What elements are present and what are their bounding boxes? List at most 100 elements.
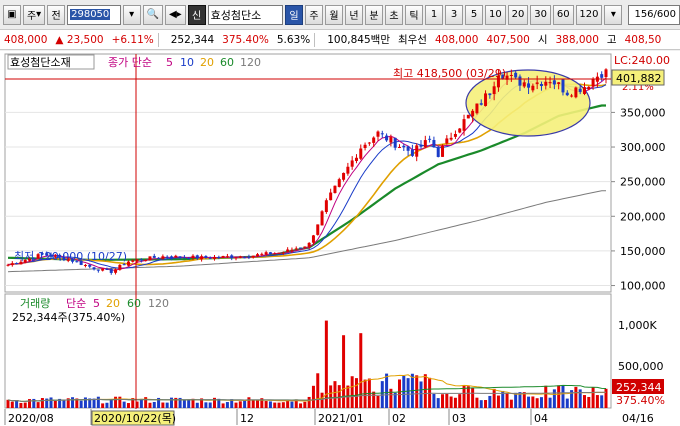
volume-bar [449,396,453,408]
volume-bar [256,399,260,408]
candle-body [247,256,251,258]
legend-ma20: 20 [200,56,214,69]
period-button-month[interactable]: 월 [325,4,343,25]
period-button-second[interactable]: 초 [385,4,403,25]
period-button-week[interactable]: 주 [305,4,323,25]
candle-body [492,86,496,95]
volume-bar [329,385,333,408]
volume-bar [204,402,208,408]
num-button-5[interactable]: 5 [465,4,483,25]
volume-bar [453,397,457,408]
candle-body [587,86,591,90]
prev-button[interactable]: 전 [47,4,66,25]
chart-menu-icon[interactable]: ▣ [3,4,21,25]
candle-body [548,82,552,84]
start-label: 시 [537,34,548,46]
candle-body [462,119,466,131]
sound-icon[interactable]: ◀▸ [165,4,186,25]
stock-chart[interactable]: 효성첨단소재 종가 단순 5 10 20 60 120 거래량 단순 5 20 … [0,51,680,426]
candle-body [466,114,470,119]
volume-bar [557,385,561,408]
new-badge[interactable]: 신 [187,4,206,25]
volume-bar [445,393,449,408]
candle-body [118,264,122,270]
current-price: 408,000 [4,33,48,46]
x-tick-label: 2020/08 [8,412,54,425]
period-button-minute[interactable]: 분 [365,4,383,25]
volume-bar [268,401,272,408]
num-button-1[interactable]: 1 [425,4,443,25]
candle-body [419,144,423,147]
candle-body [449,137,453,140]
code-dropdown-icon[interactable]: ▾ [122,4,141,25]
volume-tick-1000k: 1,000K [618,319,657,332]
volume-tick-500k: 500,000 [618,360,664,373]
candle-body [458,128,462,133]
candle-body [475,103,479,114]
volume-bar [458,394,462,408]
period-button-year[interactable]: 년 [345,4,363,25]
candle-body [234,257,238,259]
stock-code-input[interactable]: 298050 [67,4,121,25]
period-button-day[interactable]: 일 [285,4,303,25]
candle-body [565,92,569,96]
num-button-10[interactable]: 10 [485,4,506,25]
candle-body [582,87,586,94]
volume-ratio: 375.40% [222,33,269,46]
volume-bar [587,396,591,408]
candle-body [561,79,565,93]
candle-body [337,179,341,187]
volume-ratio-label: 375.40% [616,394,665,407]
candle-body [6,264,10,266]
volume-bar [49,397,53,408]
num-button-3[interactable]: 3 [445,4,463,25]
num-button-120[interactable]: 120 [575,4,603,25]
period-dropdown-icon[interactable]: ▾ [604,4,623,25]
candle-body [445,138,449,144]
num-button-30[interactable]: 30 [530,4,551,25]
num-button-20[interactable]: 20 [507,4,529,25]
price-change-pct: +6.11% [111,33,154,46]
candle-body [329,192,333,201]
candle-body [600,74,604,78]
candle-body [178,256,182,258]
volume-bar [299,403,303,408]
volume-bar [574,386,578,408]
best-ask: 408,000 [434,33,479,46]
volume-bar [71,397,75,408]
candle-body [333,185,337,194]
volume-bar [251,399,255,408]
best-ask-label: 최우선 [397,34,427,46]
type-select[interactable]: 주 ▾ [23,4,46,25]
candle-body [122,264,126,266]
best-bid: 407,500 [486,33,530,46]
candle-body [10,263,14,266]
volume-bar [389,388,393,408]
candle-body [200,256,204,260]
candle-body [290,249,294,251]
candle-body [342,172,346,180]
volume-bar [475,397,479,408]
volume-bar [471,387,475,408]
candle-body [557,82,561,84]
search-icon[interactable]: 🔍 [142,4,164,25]
candle-body [363,144,367,149]
candle-body [204,255,208,258]
price-tick-label: 350,000 [620,106,666,119]
volume-bar [221,403,225,408]
volume-bar [423,374,427,408]
candle-body [109,268,113,273]
volume-bar [109,399,113,408]
volume-bar [83,397,87,408]
candle-body [354,157,358,162]
candle-body [527,83,531,88]
volume-bar [187,399,191,408]
volume-bar [165,402,169,408]
legend-vol-ma120: 120 [148,297,169,310]
data-count-value: 156 [634,9,654,20]
candle-body [488,93,492,96]
num-button-60[interactable]: 60 [552,4,574,25]
volume-bar [139,398,143,408]
data-count-input[interactable]: 156/600 [628,4,680,25]
period-button-tick[interactable]: 틱 [405,4,423,25]
